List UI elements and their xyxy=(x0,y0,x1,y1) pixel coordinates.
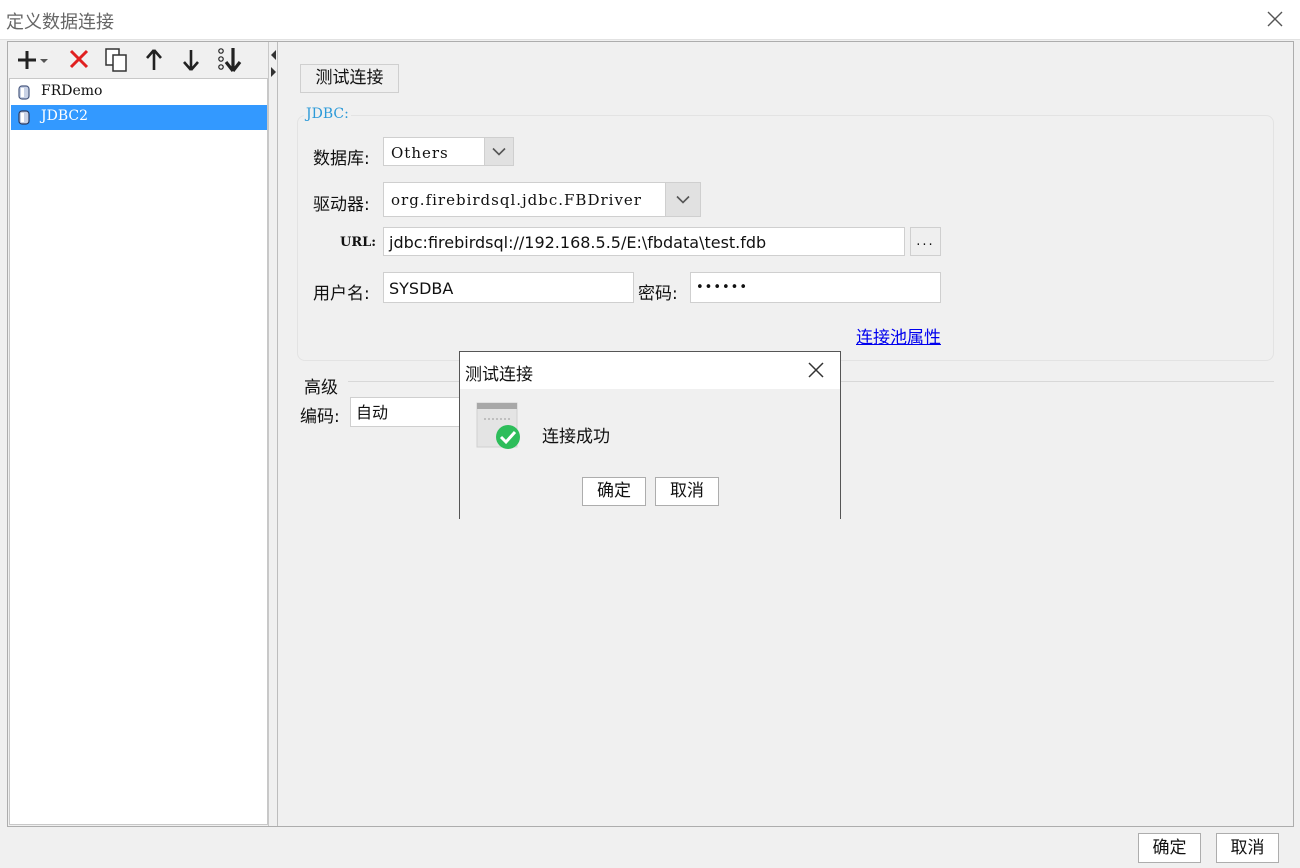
collapse-left-icon[interactable] xyxy=(270,45,277,60)
dialog-ok-button[interactable]: 确定 xyxy=(582,477,646,506)
copy-connection-button[interactable] xyxy=(103,46,133,74)
test-connection-button[interactable]: 测试连接 xyxy=(300,64,399,93)
database-label: 数据库: xyxy=(313,149,370,169)
password-label: 密码: xyxy=(638,284,678,304)
window-close-icon[interactable] xyxy=(1262,6,1288,32)
arrow-up-icon xyxy=(146,49,162,70)
connection-item-label: FRDemo xyxy=(41,83,103,99)
cancel-button[interactable]: 取消 xyxy=(1216,833,1279,863)
panel-splitter[interactable] xyxy=(269,42,278,826)
delete-x-icon xyxy=(69,49,89,69)
database-select-value: Others xyxy=(391,144,449,162)
move-up-button[interactable] xyxy=(142,46,172,74)
dialog-body: 连接成功 确定 取消 xyxy=(460,389,840,520)
advanced-section-label: 高级 xyxy=(304,378,338,398)
connection-pool-link[interactable]: 连接池属性 xyxy=(856,323,941,348)
encoding-label: 编码: xyxy=(300,407,340,427)
database-icon xyxy=(18,110,30,125)
password-input[interactable]: •••••• xyxy=(690,272,941,303)
move-down-button[interactable] xyxy=(179,46,209,74)
database-select[interactable]: Others xyxy=(383,137,514,166)
username-label: 用户名: xyxy=(313,284,370,304)
driver-select[interactable]: org.firebirdsql.jdbc.FBDriver xyxy=(383,182,701,217)
username-input[interactable]: SYSDBA xyxy=(383,272,634,303)
dialog-close-icon[interactable] xyxy=(805,359,827,381)
driver-select-value: org.firebirdsql.jdbc.FBDriver xyxy=(391,191,642,209)
url-browse-button[interactable]: ... xyxy=(910,227,941,256)
chevron-down-icon[interactable] xyxy=(484,138,513,165)
delete-connection-button[interactable] xyxy=(66,46,96,74)
test-connection-dialog: 测试连接 连接成功 确定 取消 xyxy=(459,351,841,520)
window-title: 定义数据连接 xyxy=(6,12,114,33)
url-label: URL: xyxy=(340,235,377,250)
database-icon xyxy=(18,85,30,100)
dialog-cancel-button[interactable]: 取消 xyxy=(655,477,719,506)
success-icon xyxy=(476,402,522,450)
ok-button[interactable]: 确定 xyxy=(1138,833,1201,863)
add-connection-button[interactable] xyxy=(16,46,48,74)
dialog-title: 测试连接 xyxy=(465,365,533,385)
url-input[interactable]: jdbc:firebirdsql://192.168.5.5/E:\fbdata… xyxy=(383,227,905,256)
chevron-down-icon[interactable] xyxy=(665,183,700,216)
sort-button[interactable] xyxy=(216,46,246,74)
connection-item-jdbc2[interactable]: JDBC2 xyxy=(11,105,267,130)
connection-item-label: JDBC2 xyxy=(41,108,89,124)
collapse-right-icon[interactable] xyxy=(270,62,277,77)
jdbc-group-label: JDBC: xyxy=(304,106,351,122)
window-title-bar: 定义数据连接 xyxy=(0,0,1300,40)
arrow-down-icon xyxy=(183,50,199,71)
encoding-select[interactable]: 自动 xyxy=(350,397,462,427)
dialog-message: 连接成功 xyxy=(542,427,610,447)
connection-list: FRDemo JDBC2 xyxy=(9,78,268,825)
connection-item-frdemo[interactable]: FRDemo xyxy=(11,80,267,105)
plus-dropdown-icon xyxy=(18,51,48,69)
driver-label: 驱动器: xyxy=(313,195,370,215)
copy-icon xyxy=(105,48,127,72)
sort-icon xyxy=(218,48,242,72)
